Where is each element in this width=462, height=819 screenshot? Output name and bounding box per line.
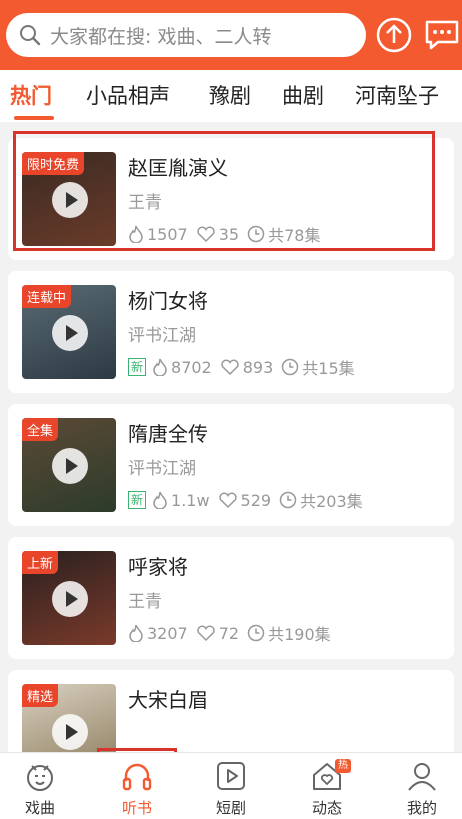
nav-label: 短剧 bbox=[215, 799, 246, 817]
nav-short-drama[interactable]: 短剧 bbox=[191, 759, 271, 817]
nav-label: 我的 bbox=[406, 799, 437, 817]
tab-yu-opera[interactable]: 豫剧 bbox=[209, 80, 251, 110]
category-tabs: 热门 小品相声 豫剧 曲剧 河南坠子 bbox=[0, 70, 462, 122]
item-author: 评书江湖 bbox=[128, 459, 196, 479]
headphones-icon bbox=[122, 763, 152, 791]
cover-image: 上新 bbox=[22, 551, 116, 645]
highlight-box-first-card bbox=[13, 131, 435, 251]
flame-icon bbox=[153, 358, 167, 376]
tab-hot[interactable]: 热门 bbox=[10, 80, 52, 110]
item-author: 王青 bbox=[128, 592, 162, 612]
heart-icon bbox=[196, 625, 215, 642]
play-icon[interactable] bbox=[52, 714, 88, 750]
new-tag: 新 bbox=[128, 491, 147, 509]
search-icon bbox=[20, 25, 41, 46]
likes-stat: 893 bbox=[220, 358, 273, 377]
plays-stat: 8702 bbox=[152, 358, 212, 377]
top-bar: 大家都在搜: 戏曲、二人转 bbox=[0, 0, 462, 70]
nav-label: 戏曲 bbox=[24, 799, 55, 817]
play-icon[interactable] bbox=[52, 315, 88, 351]
nav-label: 动态 bbox=[311, 799, 342, 817]
heart-icon bbox=[218, 492, 237, 509]
stats-row: 3207 72 共190集 bbox=[128, 621, 339, 645]
play-icon[interactable] bbox=[52, 581, 88, 617]
item-author: 评书江湖 bbox=[128, 326, 196, 346]
heart-icon bbox=[221, 359, 239, 376]
clock-icon bbox=[247, 624, 265, 642]
episodes-stat: 共190集 bbox=[247, 621, 331, 645]
opera-face-icon bbox=[27, 765, 53, 791]
stats-row: 新 1.1w 529 共203集 bbox=[128, 488, 371, 512]
bottom-nav: 戏曲 听书 短剧 热 动态 我的 bbox=[0, 752, 462, 819]
search-placeholder: 大家都在搜: 戏曲、二人转 bbox=[50, 25, 272, 48]
stats-row: 新 8702 893 共15集 bbox=[128, 355, 363, 379]
list-item[interactable]: 全集 隋唐全传 评书江湖 新 1.1w 529 共203集 bbox=[8, 404, 454, 526]
nav-label: 听书 bbox=[121, 799, 152, 817]
person-icon bbox=[408, 763, 436, 791]
clock-icon bbox=[282, 358, 299, 376]
list-item[interactable]: 上新 呼家将 王青 3207 72 共190集 bbox=[8, 537, 454, 659]
item-title: 隋唐全传 bbox=[128, 422, 208, 446]
plays-stat: 3207 bbox=[128, 624, 188, 643]
list-item[interactable]: 连载中 杨门女将 评书江湖 新 8702 893 共15集 bbox=[8, 271, 454, 393]
likes-stat: 72 bbox=[196, 624, 239, 643]
nav-audiobook[interactable]: 听书 bbox=[97, 759, 177, 817]
new-tag: 新 bbox=[128, 358, 147, 376]
play-icon[interactable] bbox=[52, 448, 88, 484]
status-badge: 连载中 bbox=[22, 285, 72, 308]
item-title: 大宋白眉 bbox=[128, 688, 208, 712]
plays-stat: 1.1w bbox=[152, 491, 210, 510]
cover-image: 连载中 bbox=[22, 285, 116, 379]
item-title: 呼家将 bbox=[128, 555, 188, 579]
search-input[interactable]: 大家都在搜: 戏曲、二人转 bbox=[6, 13, 366, 57]
status-badge: 精选 bbox=[22, 684, 59, 707]
hot-badge: 热 bbox=[335, 759, 351, 773]
flame-icon bbox=[153, 491, 167, 509]
upload-icon[interactable] bbox=[376, 17, 412, 53]
nav-profile[interactable]: 我的 bbox=[382, 759, 462, 817]
list-item[interactable]: 精选 大宋白眉 bbox=[8, 670, 454, 778]
tab-skits-crosstalk[interactable]: 小品相声 bbox=[86, 80, 170, 110]
tab-qu-opera[interactable]: 曲剧 bbox=[282, 80, 324, 110]
status-badge: 上新 bbox=[22, 551, 59, 574]
nav-opera[interactable]: 戏曲 bbox=[0, 759, 80, 817]
episodes-stat: 共203集 bbox=[279, 488, 363, 512]
tab-henan-zhuizi[interactable]: 河南坠子 bbox=[355, 80, 439, 110]
flame-icon bbox=[129, 624, 143, 642]
active-tab-indicator bbox=[14, 116, 54, 120]
nav-feed[interactable]: 热 动态 bbox=[287, 759, 367, 817]
cover-image: 全集 bbox=[22, 418, 116, 512]
play-box-icon bbox=[217, 762, 245, 790]
episodes-stat: 共15集 bbox=[281, 355, 355, 379]
clock-icon bbox=[279, 491, 297, 509]
status-badge: 全集 bbox=[22, 418, 59, 441]
likes-stat: 529 bbox=[218, 491, 271, 510]
item-title: 杨门女将 bbox=[128, 289, 208, 313]
message-icon[interactable] bbox=[424, 17, 460, 53]
